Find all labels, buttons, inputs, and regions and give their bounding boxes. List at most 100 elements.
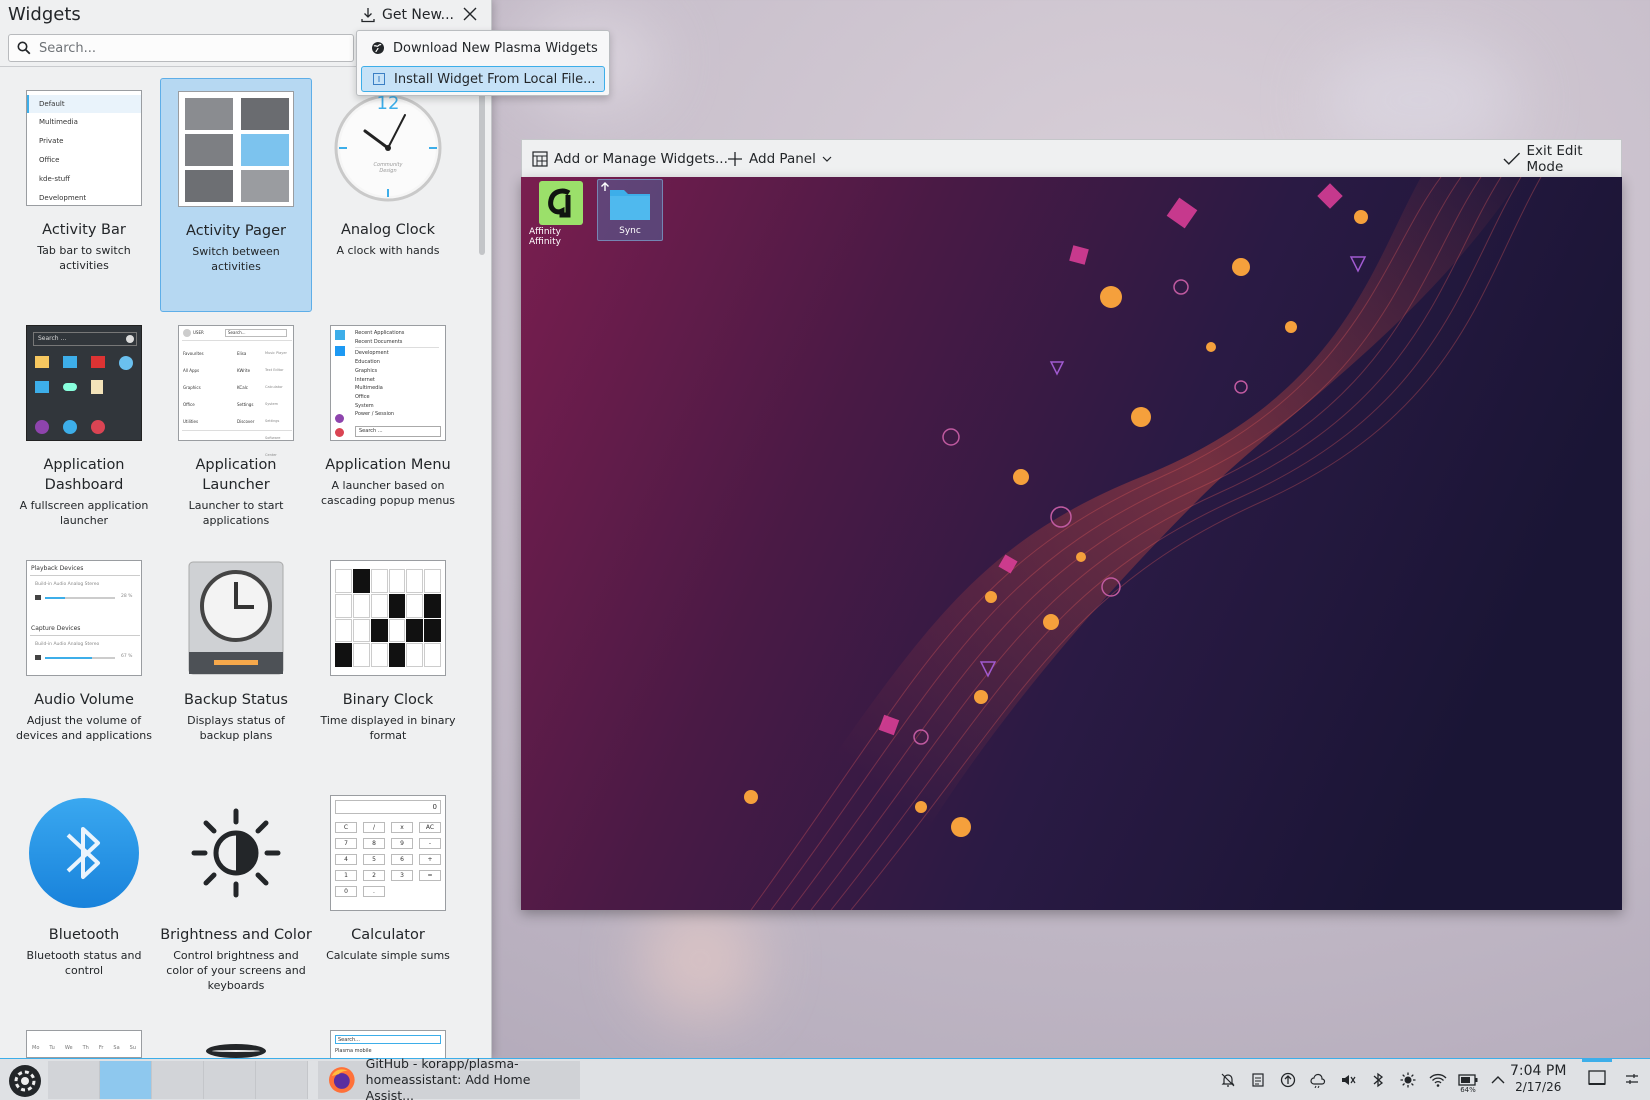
calc-key: / [363,822,385,833]
widget-tile-application-dashboard[interactable]: Search ... Application Dashboard A fulls… [8,313,160,547]
digital-clock[interactable]: 7:04 PM 2/17/26 [1510,1063,1566,1095]
pager-desktop-4[interactable] [204,1061,256,1099]
widget-tile-analog-clock[interactable]: 12 Community Design Analog Clock A clock… [312,78,464,312]
launcher-app-sub: Text Editor [265,368,284,372]
tray-expand-icon[interactable] [1488,1070,1508,1090]
clock-brand: Community Design [373,162,403,174]
thumb-audio-volume: Playback Devices Build-in Audio Analog S… [26,560,142,676]
checkmark-icon [1503,152,1521,165]
audio-device: Build-in Audio Analog Stereo [35,582,100,587]
widget-tile-activity-bar[interactable]: Default Multimedia Private Office kde-st… [8,78,160,312]
launcher-app: Elisa [237,351,247,356]
desktop-icon-label: Affinity Affinity [529,227,561,247]
updates-icon[interactable] [1278,1070,1298,1090]
widget-tile-audio-volume[interactable]: Playback Devices Build-in Audio Analog S… [8,548,160,782]
widget-tile-calendar-partial[interactable]: Mo Tu We Th Fr Sa Su [8,1018,160,1058]
menu-item-install-local-file[interactable]: Install Widget From Local File... [361,66,605,92]
task-firefox[interactable]: GitHub - korapp/plasma- homeassistant: A… [318,1056,580,1100]
get-new-button[interactable]: Get New... [360,4,454,26]
widget-desc: Calculate simple sums [326,949,450,962]
bluetooth-tray-icon[interactable] [1368,1070,1388,1090]
search-field[interactable] [8,34,354,62]
desktop-preview[interactable]: Affinity Affinity Sync [521,177,1622,910]
add-panel-button[interactable]: Add Panel [727,148,832,170]
widget-tile-calculator[interactable]: 0 C / x AC 7 8 9- 4 5 6 +1 2 3 = 0. Calculator Calcula… [312,783,464,1017]
widget-desc: Switch between activities [192,245,280,273]
thumb-backup-status [178,560,294,676]
calc-key: 3 [391,870,413,881]
widget-tile-application-menu[interactable]: Recent Applications Recent Documents Dev… [312,313,464,547]
widget-name: Backup Status [184,692,288,708]
launcher-app: KCalc [237,385,248,390]
audio-pct: 67 % [121,654,133,659]
calendar-day: Mo [32,1045,40,1051]
pager-desktop-5[interactable] [256,1061,308,1099]
scrollbar[interactable] [479,70,485,255]
clock-date: 2/17/26 [1515,1080,1562,1094]
thumb-plasma-mobile: Plasma mobile [335,1048,372,1054]
widget-tile-binary-clock[interactable]: Binary Clock Time displayed in binary fo… [312,548,464,782]
panel-settings-icon[interactable] [1624,1071,1640,1087]
weather-icon[interactable] [1308,1070,1328,1090]
download-icon [361,8,375,23]
brightness-icon [191,808,281,898]
thumb-search: Search... Plasma mobile [330,1030,446,1058]
calc-key: = [419,870,441,881]
launcher-category: Utilities [183,419,199,424]
widget-tile-application-launcher[interactable]: USER Search... Favourites All Apps Graph… [160,313,312,547]
add-manage-widgets-button[interactable]: Add or Manage Widgets... [532,148,728,170]
wifi-icon[interactable] [1428,1070,1448,1090]
widgets-title: Widgets [8,4,81,25]
search-input[interactable] [39,40,319,56]
audio-pct: 28 % [121,594,133,599]
desktop-icon-label: Sync [619,226,641,236]
affinity-app-icon [539,181,583,225]
pager-desktop-2[interactable] [100,1061,152,1099]
widget-desc: Time displayed in binary format [320,714,456,742]
exit-edit-mode-button[interactable]: Exit Edit Mode [1503,143,1621,175]
activity-bar-item: Multimedia [39,118,78,126]
pager-desktop-3[interactable] [152,1061,204,1099]
menu-item-label: Install Widget From Local File... [394,71,596,87]
widget-desc: Bluetooth status and control [26,949,142,977]
widget-tile-brightness-and-color[interactable]: Brightness and Color Control brightness … [160,783,312,1017]
widgets-panel: Widgets Get New... Default Multimedia Pr… [0,0,492,1058]
activity-bar-item: kde-stuff [39,175,70,183]
file-icon [373,73,385,85]
widget-tile-partial[interactable] [160,1018,312,1058]
brightness-tray-icon[interactable] [1398,1070,1418,1090]
desktop-icon-sync[interactable]: Sync [597,179,663,241]
app-menu-item: Internet [355,376,375,383]
audio-device: Build-in Audio Analog Stereo [35,642,100,647]
app-menu-item: Office [355,393,370,400]
thumb-analog-clock: 12 Community Design [330,90,446,206]
widget-tile-backup-status[interactable]: Backup Status Displays status of backup … [160,548,312,782]
volume-muted-icon[interactable] [1338,1070,1358,1090]
app-menu-item: Multimedia [355,385,383,392]
notifications-disabled-icon[interactable] [1218,1070,1238,1090]
close-icon[interactable] [460,4,480,24]
widget-name: Activity Bar [42,222,126,238]
pager-desktop-1[interactable] [48,1061,100,1099]
widget-tile-activity-pager[interactable]: Activity Pager Switch between activities [160,78,312,312]
widget-desc: Control brightness and color of your scr… [166,949,306,992]
widget-desc: Launcher to start applications [188,499,284,527]
menu-item-download-widgets[interactable]: Download New Plasma Widgets [361,35,605,61]
launcher-app: KWrite [237,368,251,373]
app-launcher-button[interactable] [8,1064,42,1098]
calendar-day: Sa [113,1045,120,1051]
clipboard-icon[interactable] [1248,1070,1268,1090]
widget-tile-bluetooth[interactable]: Bluetooth Bluetooth status and control [8,783,160,1017]
widget-tile-partial-search[interactable]: Search... Plasma mobile [312,1018,464,1058]
widget-name: Audio Volume [34,692,134,708]
app-menu-item: Development [355,350,389,357]
calc-key: 4 [335,854,357,865]
widget-name: Binary Clock [342,692,434,708]
widget-name: Analog Clock [340,222,436,238]
launcher-category: Favourites [183,351,204,356]
desktop-icon-affinity[interactable]: Affinity Affinity [529,181,593,247]
calc-key: 9 [391,838,413,849]
calc-key: . [363,886,385,897]
battery-icon[interactable]: 64% [1458,1070,1478,1094]
show-desktop-icon[interactable] [1588,1069,1606,1087]
